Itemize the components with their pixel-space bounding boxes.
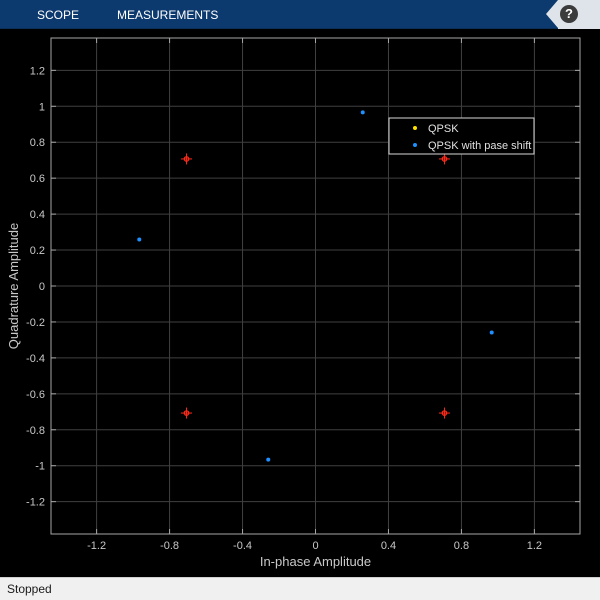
y-tick-label: 0 (39, 281, 45, 293)
scope-plot-area: -1.2 -0.8 -0.4 0 0.4 0.8 1.2 -1.2 -1 -0.8 -0.6 -0.4… (0, 29, 600, 577)
data-point (266, 457, 271, 462)
tab-measurements[interactable]: MEASUREMENTS (117, 0, 218, 29)
y-tick-label: 0.6 (30, 173, 45, 185)
help-area-arrow (546, 0, 558, 28)
status-text: Stopped (7, 582, 52, 596)
help-area: ? (546, 0, 600, 29)
legend-label[interactable]: QPSK (428, 123, 459, 135)
y-tick-label: 1 (39, 101, 45, 113)
y-axis-label: Quadrature Amplitude (6, 223, 21, 349)
x-tick-label: 0 (312, 540, 318, 552)
y-tick-label: -0.6 (26, 389, 45, 401)
tab-scope[interactable]: SCOPE (37, 0, 79, 29)
y-tick-label: -0.2 (26, 317, 45, 329)
x-tick-label: -0.4 (233, 540, 252, 552)
data-point (137, 237, 142, 242)
status-bar: Stopped (0, 577, 600, 600)
x-tick-label: -1.2 (87, 540, 106, 552)
y-tick-label: -1.2 (26, 497, 45, 509)
y-tick-label: 0.4 (30, 209, 45, 221)
data-point (360, 110, 365, 115)
constellation-chart: -1.2 -0.8 -0.4 0 0.4 0.8 1.2 -1.2 -1 -0.8 -0.6 -0.4… (6, 37, 581, 569)
data-point (489, 330, 494, 335)
legend[interactable]: QPSK QPSK with pase shift (388, 117, 535, 155)
x-axis-label: In-phase Amplitude (260, 554, 371, 569)
x-tick-label: 0.8 (454, 540, 469, 552)
legend-marker (413, 143, 417, 147)
legend-label[interactable]: QPSK with pase shift (428, 140, 531, 152)
toolstrip: SCOPE MEASUREMENTS ? (0, 0, 600, 29)
x-tick-label: 1.2 (527, 540, 542, 552)
y-tick-label: -1 (35, 461, 45, 473)
y-tick-label: -0.4 (26, 353, 45, 365)
x-tick-label: 0.4 (381, 540, 396, 552)
y-tick-label: 0.8 (30, 137, 45, 149)
legend-marker (413, 126, 417, 130)
y-tick-label: -0.8 (26, 425, 45, 437)
y-tick-label: 1.2 (30, 65, 45, 77)
help-icon[interactable]: ? (560, 5, 578, 23)
x-tick-label: -0.8 (160, 540, 179, 552)
y-tick-label: 0.2 (30, 245, 45, 257)
